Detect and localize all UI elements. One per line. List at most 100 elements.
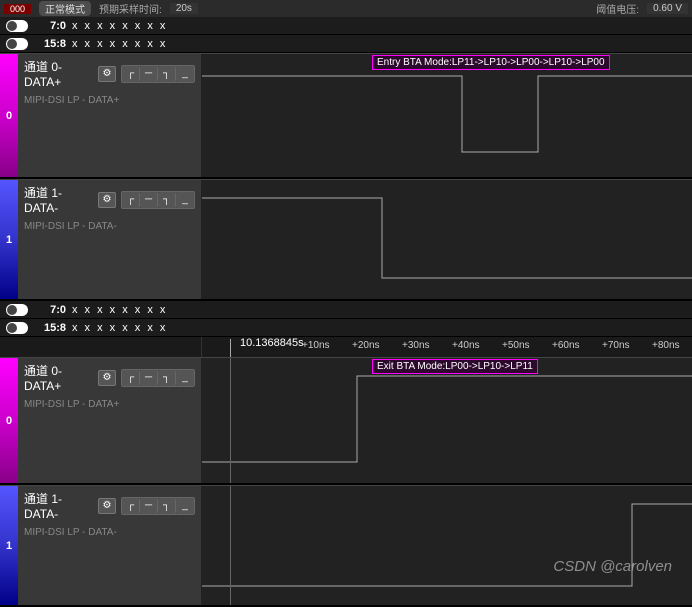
waveform-svg (202, 486, 692, 605)
bit-rows-bottom: 7:0 x x x x x x x x 15:8 x x x x x x x x (0, 301, 692, 337)
bit-range-label: 7:0 (34, 304, 66, 316)
bit-row: 15:8 x x x x x x x x (0, 35, 692, 53)
channel-label-col: 通道 0-DATA+ ⚙ ┌ ─ ┐ _ MIPI-DSI LP - DATA+ (18, 358, 202, 483)
bit-row: 7:0 x x x x x x x x (0, 17, 692, 35)
cursor-line[interactable] (230, 486, 231, 605)
waveform-area[interactable] (202, 180, 692, 299)
bit-rows-top: 7:0 x x x x x x x x 15:8 x x x x x x x x (0, 17, 692, 53)
channel-index: 0 (6, 415, 12, 427)
time-tick: +40ns (452, 340, 480, 351)
sample-value: 20s (170, 3, 198, 14)
ruler-ticks: 10.1368845s +10ns +20ns +30ns +40ns +50n… (202, 337, 692, 357)
mode-label: 正常模式 (39, 1, 91, 16)
gear-icon[interactable]: ⚙ (98, 370, 116, 386)
channel-panel-1-bottom: 1 通道 1-DATA- ⚙ ┌ ─ ┐ _ MIPI-DSI LP - DAT… (0, 485, 692, 607)
channel-index: 0 (6, 110, 12, 122)
exit-bta-annotation: Exit BTA Mode:LP00->LP10->LP11 (372, 359, 538, 374)
edge-bar-icon[interactable]: ─ (140, 370, 158, 386)
waveform-svg (202, 180, 692, 299)
time-tick: +60ns (552, 340, 580, 351)
time-tick: +30ns (402, 340, 430, 351)
waveform-area[interactable]: +300ns +400ns +500ns Entry BTA Mode:LP11… (202, 54, 692, 177)
channel-subtitle: MIPI-DSI LP - DATA+ (24, 95, 195, 106)
trigger-button-group: ┌ ─ ┐ _ (121, 369, 195, 387)
time-tick: +50ns (502, 340, 530, 351)
waveform-area[interactable] (202, 486, 692, 605)
channel-label-col: 通道 0-DATA+ ⚙ ┌ ─ ┐ _ MIPI-DSI LP - DATA+ (18, 54, 202, 177)
channel-color-bar: 1 (0, 486, 18, 605)
channel-subtitle: MIPI-DSI LP - DATA+ (24, 399, 195, 410)
edge-bar-icon[interactable]: ─ (140, 66, 158, 82)
channel-subtitle: MIPI-DSI LP - DATA- (24, 221, 195, 232)
channel-label-col: 通道 1-DATA- ⚙ ┌ ─ ┐ _ MIPI-DSI LP - DATA- (18, 486, 202, 605)
bit-range-label: 7:0 (34, 20, 66, 32)
channel-panel-0-top: 0 通道 0-DATA+ ⚙ ┌ ─ ┐ _ MIPI-DSI LP - DAT… (0, 53, 692, 179)
bit-pattern: x x x x x x x x (72, 304, 167, 316)
cursor-line[interactable] (230, 358, 231, 483)
channel-title: 通道 1-DATA- (24, 490, 93, 521)
channel-color-bar: 0 (0, 358, 18, 483)
gear-icon[interactable]: ⚙ (98, 498, 116, 514)
channel-index: 1 (6, 540, 12, 552)
edge-rise-icon[interactable]: ┌ (122, 370, 140, 386)
waveform-svg (202, 54, 692, 177)
edge-bar-icon[interactable]: ─ (140, 192, 158, 208)
edge-rise-icon[interactable]: ┌ (122, 66, 140, 82)
edge-fall-icon[interactable]: ┐ (158, 66, 176, 82)
channel-header: 通道 1-DATA- ⚙ ┌ ─ ┐ _ (24, 184, 195, 215)
time-tick: +20ns (352, 340, 380, 351)
bit-row: 7:0 x x x x x x x x (0, 301, 692, 319)
time-tick: +80ns (652, 340, 680, 351)
channel-header: 通道 0-DATA+ ⚙ ┌ ─ ┐ _ (24, 362, 195, 393)
channel-title: 通道 0-DATA+ (24, 362, 93, 393)
channel-title: 通道 1-DATA- (24, 184, 93, 215)
toggle-switch[interactable] (6, 38, 28, 50)
bit-range-label: 15:8 (34, 38, 66, 50)
waveform-area[interactable]: Exit BTA Mode:LP00->LP10->LP11 (202, 358, 692, 483)
edge-fall-icon[interactable]: ┐ (158, 370, 176, 386)
bit-row: 15:8 x x x x x x x x (0, 319, 692, 337)
channel-color-bar: 1 (0, 180, 18, 299)
edge-flat-icon[interactable]: _ (176, 498, 194, 514)
edge-flat-icon[interactable]: _ (176, 370, 194, 386)
bit-pattern: x x x x x x x x (72, 20, 167, 32)
entry-bta-annotation: Entry BTA Mode:LP11->LP10->LP00->LP10->L… (372, 55, 610, 70)
edge-flat-icon[interactable]: _ (176, 192, 194, 208)
gear-icon[interactable]: ⚙ (98, 192, 116, 208)
trigger-button-group: ┌ ─ ┐ _ (121, 65, 195, 83)
channel-index: 1 (6, 234, 12, 246)
channel-subtitle: MIPI-DSI LP - DATA- (24, 527, 195, 538)
channel-panel-1-top: 1 通道 1-DATA- ⚙ ┌ ─ ┐ _ MIPI-DSI LP - DAT… (0, 179, 692, 301)
time-ruler-bottom: 10.1368845s +10ns +20ns +30ns +40ns +50n… (0, 337, 692, 357)
channel-color-bar: 0 (0, 54, 18, 177)
cursor-line[interactable] (230, 339, 231, 357)
volt-value: 0.60 V (647, 3, 688, 14)
edge-fall-icon[interactable]: ┐ (158, 498, 176, 514)
toggle-switch[interactable] (6, 20, 28, 32)
edge-bar-icon[interactable]: ─ (140, 498, 158, 514)
time-tick: +10ns (302, 340, 330, 351)
time-tick: +70ns (602, 340, 630, 351)
toggle-switch[interactable] (6, 322, 28, 334)
toggle-switch[interactable] (6, 304, 28, 316)
red-indicator: 000 (4, 4, 31, 14)
channel-title: 通道 0-DATA+ (24, 58, 93, 89)
channel-panel-0-bottom: 0 通道 0-DATA+ ⚙ ┌ ─ ┐ _ MIPI-DSI LP - DAT… (0, 357, 692, 485)
volt-label: 阈值电压: (596, 1, 639, 16)
channel-header: 通道 1-DATA- ⚙ ┌ ─ ┐ _ (24, 490, 195, 521)
trigger-button-group: ┌ ─ ┐ _ (121, 497, 195, 515)
edge-flat-icon[interactable]: _ (176, 66, 194, 82)
gear-icon[interactable]: ⚙ (98, 66, 116, 82)
sample-label: 预期采样时间: (99, 1, 162, 16)
bit-pattern: x x x x x x x x (72, 322, 167, 334)
channel-header: 通道 0-DATA+ ⚙ ┌ ─ ┐ _ (24, 58, 195, 89)
bit-range-label: 15:8 (34, 322, 66, 334)
trigger-button-group: ┌ ─ ┐ _ (121, 191, 195, 209)
edge-rise-icon[interactable]: ┌ (122, 192, 140, 208)
bit-pattern: x x x x x x x x (72, 38, 167, 50)
edge-fall-icon[interactable]: ┐ (158, 192, 176, 208)
edge-rise-icon[interactable]: ┌ (122, 498, 140, 514)
waveform-svg (202, 358, 692, 483)
channel-label-col: 通道 1-DATA- ⚙ ┌ ─ ┐ _ MIPI-DSI LP - DATA- (18, 180, 202, 299)
top-toolbar: 000 正常模式 预期采样时间: 20s 阈值电压: 0.60 V (0, 0, 692, 17)
